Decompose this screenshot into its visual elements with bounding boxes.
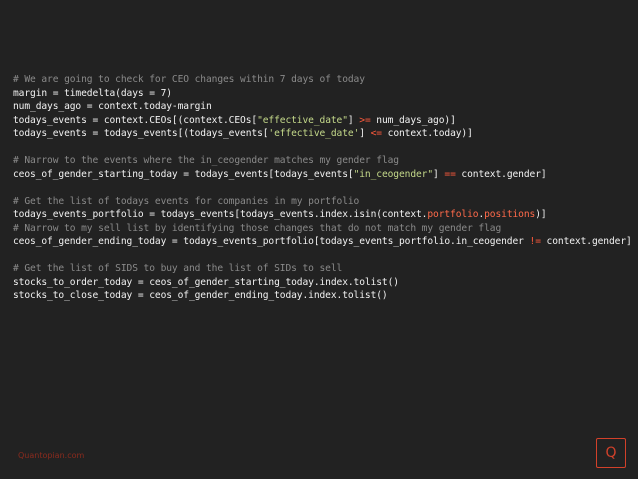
quantopian-logo: Q <box>596 438 626 468</box>
code-line: # Get the list of todays events for comp… <box>13 195 633 209</box>
code-line: stocks_to_close_today = ceos_of_gender_e… <box>13 289 633 303</box>
code-line: ceos_of_gender_ending_today = todays_eve… <box>13 235 633 249</box>
code-line: todays_events = context.CEOs[(context.CE… <box>13 114 633 128</box>
code-comment: # Narrow to my sell list by identifying … <box>13 222 502 234</box>
code-text: context.gender] <box>455 168 547 180</box>
code-text: ] <box>347 114 360 126</box>
code-line: # Get the list of SIDS to buy and the li… <box>13 262 633 276</box>
code-string: 'effective_date' <box>268 128 360 139</box>
code-statement: stocks_to_close_today = ceos_of_gender_e… <box>13 290 388 301</box>
code-text: num_days_ago)] <box>370 114 456 126</box>
code-line: todays_events = todays_events[(todays_ev… <box>13 127 633 141</box>
code-line: todays_events_portfolio = todays_events[… <box>13 208 633 222</box>
code-comment: # Get the list of todays events for comp… <box>13 195 360 207</box>
code-operator: >= <box>359 114 371 126</box>
code-text: ] <box>433 168 445 180</box>
code-line: # Narrow to the events where the in_ceog… <box>13 154 633 168</box>
code-line: num_days_ago = context.today-margin <box>13 100 633 114</box>
code-statement: stocks_to_order_today = ceos_of_gender_s… <box>13 276 399 288</box>
code-comment: # We are going to check for CEO changes … <box>13 74 365 85</box>
code-operator: != <box>529 236 541 247</box>
brand-link[interactable]: Quantopian.com <box>18 451 84 460</box>
code-line: # We are going to check for CEO changes … <box>13 73 633 87</box>
code-text: ceos_of_gender_ending_today = todays_eve… <box>13 236 530 247</box>
code-line: stocks_to_order_today = ceos_of_gender_s… <box>13 276 633 290</box>
code-text: todays_events = todays_events[(todays_ev… <box>13 128 269 139</box>
code-block: # We are going to check for CEO changes … <box>13 73 633 303</box>
code-comment: # Get the list of SIDS to buy and the li… <box>13 263 343 274</box>
code-text: todays_events_portfolio = todays_events[… <box>13 209 428 220</box>
code-keyword: portfolio <box>427 209 479 220</box>
code-text: ceos_of_gender_starting_today = todays_e… <box>13 168 354 180</box>
code-string: "effective_date" <box>257 114 348 126</box>
code-text: )] <box>535 209 547 220</box>
code-statement: num_days_ago = context.today-margin <box>13 101 212 112</box>
code-keyword: positions <box>484 209 536 220</box>
code-text: context.gender] <box>540 236 632 247</box>
code-line: margin = timedelta(days = 7) <box>13 87 633 101</box>
code-string: "in_ceogender" <box>353 168 434 180</box>
code-comment: # Narrow to the events where the in_ceog… <box>13 155 399 166</box>
code-line: # Narrow to my sell list by identifying … <box>13 222 633 236</box>
code-text: todays_events = context.CEOs[(context.CE… <box>13 114 258 126</box>
code-text: ] <box>359 128 371 139</box>
code-operator: <= <box>370 128 382 139</box>
logo-letter: Q <box>605 445 617 461</box>
code-line: ceos_of_gender_starting_today = todays_e… <box>13 168 633 182</box>
code-text: context.today)] <box>381 128 473 139</box>
code-operator: == <box>444 168 456 180</box>
code-statement: margin = timedelta(days = 7) <box>13 87 172 99</box>
